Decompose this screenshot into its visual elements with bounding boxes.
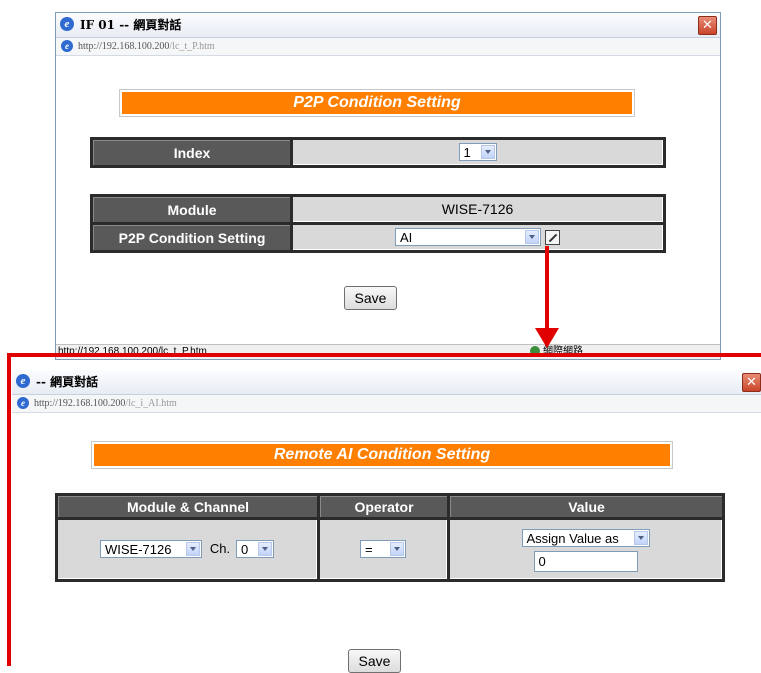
p2p-condition-dialog: e IF 01 -- 網頁對話 ✕ e http://192.168.100.2… bbox=[55, 12, 721, 360]
arrow-line bbox=[545, 246, 549, 330]
chevron-down-icon bbox=[480, 145, 495, 160]
module-label: Module bbox=[93, 197, 290, 222]
index-table: Index 1 bbox=[90, 137, 666, 168]
heading-frame: P2P Condition Setting bbox=[119, 89, 635, 117]
condition-cell: AI bbox=[293, 225, 663, 250]
arrow-down-icon bbox=[535, 328, 559, 348]
ie-icon: e bbox=[60, 17, 74, 31]
index-label: Index bbox=[93, 140, 290, 165]
window-title: IF 01 -- 網頁對話 bbox=[80, 18, 182, 32]
chevron-down-icon bbox=[525, 230, 539, 245]
page-title: P2P Condition Setting bbox=[122, 92, 632, 114]
index-select[interactable]: 1 bbox=[458, 143, 497, 162]
close-icon[interactable]: ✕ bbox=[698, 16, 717, 35]
save-button[interactable]: Save bbox=[344, 286, 397, 310]
page-icon: e bbox=[61, 40, 73, 52]
module-table: Module WISE-7126 P2P Condition Setting A… bbox=[90, 194, 666, 253]
edit-icon[interactable] bbox=[545, 229, 560, 245]
module-value: WISE-7126 bbox=[293, 197, 663, 222]
condition-label: P2P Condition Setting bbox=[93, 225, 290, 250]
highlight-frame bbox=[7, 353, 761, 666]
address-bar: e http://192.168.100.200/lc_t_P.htm bbox=[56, 38, 720, 56]
title-bar: e IF 01 -- 網頁對話 ✕ bbox=[56, 13, 720, 38]
address-url: http://192.168.100.200/lc_t_P.htm bbox=[78, 41, 215, 52]
condition-select[interactable]: AI bbox=[395, 228, 541, 247]
index-cell: 1 bbox=[293, 140, 663, 165]
